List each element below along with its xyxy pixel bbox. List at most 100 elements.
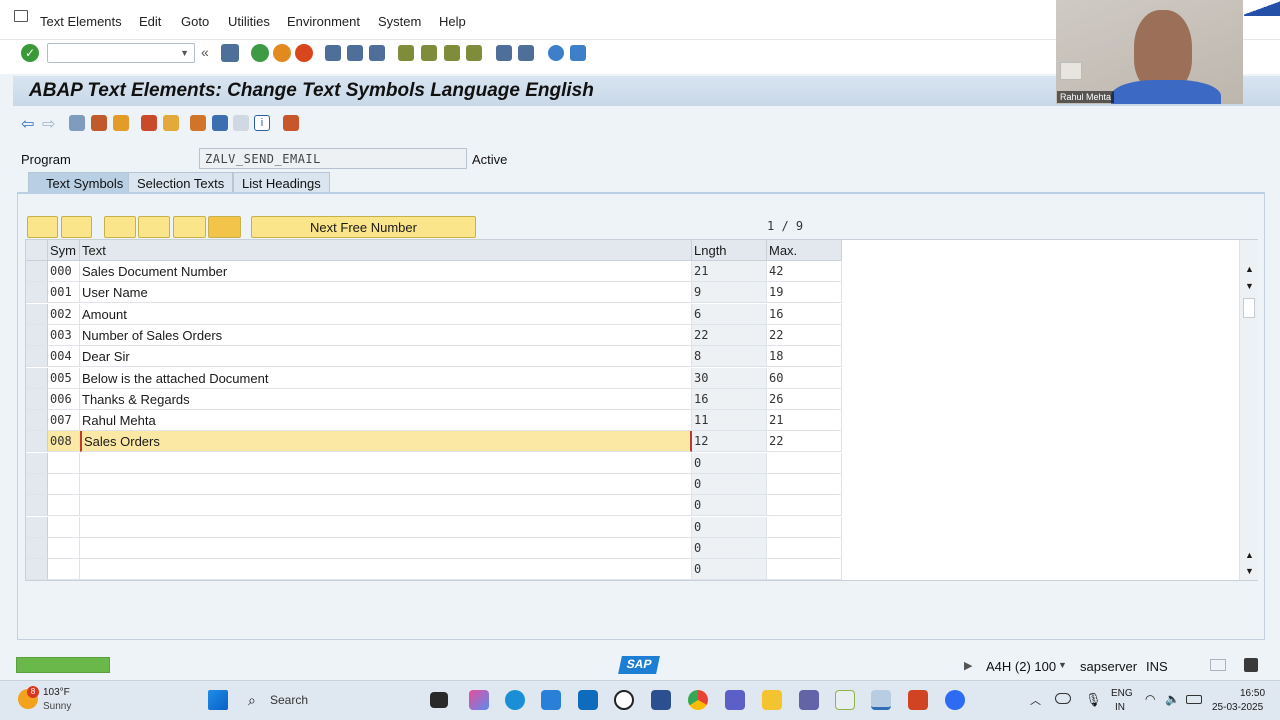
details-button[interactable] (27, 216, 58, 238)
scroll-up-icon[interactable]: ▲ (1245, 264, 1254, 274)
sap-gui-icon[interactable] (871, 690, 891, 710)
display-change-icon[interactable] (91, 115, 107, 131)
sym-cell[interactable]: 008 (48, 431, 80, 453)
outlook-icon[interactable] (578, 690, 598, 710)
volume-icon[interactable]: 🔈 (1165, 692, 1180, 706)
menu-utilities[interactable]: Utilities (228, 14, 270, 29)
copilot-icon[interactable] (469, 690, 489, 710)
sym-cell[interactable] (48, 559, 80, 581)
enter-check-icon[interactable]: ✓ (21, 44, 39, 62)
last-page-icon[interactable] (466, 45, 482, 61)
lock-icon[interactable] (1244, 658, 1258, 672)
next-free-number-button[interactable]: Next Free Number (251, 216, 476, 238)
row-selector[interactable] (26, 367, 48, 389)
table-row[interactable]: 0 (26, 474, 842, 495)
table-row[interactable]: 0 (26, 516, 842, 538)
delete-row-button[interactable] (138, 216, 170, 238)
back-icon[interactable] (251, 44, 269, 62)
menu-text-elements[interactable]: Text Elements (40, 14, 122, 29)
text-cell[interactable]: User Name (80, 282, 692, 304)
powerpoint-icon[interactable] (908, 690, 928, 710)
text-cell[interactable] (80, 474, 692, 495)
active-inactive-icon[interactable] (113, 115, 129, 131)
row-selector[interactable] (26, 282, 48, 304)
grid-scrollbar[interactable]: ▲ ▼ ▲ ▼ (1239, 240, 1258, 580)
text-cell[interactable]: Rahul Mehta (80, 410, 692, 432)
sym-cell[interactable] (48, 495, 80, 517)
clock-time[interactable]: 16:50 (1240, 688, 1265, 699)
column-header-max[interactable]: Max. (767, 240, 842, 261)
sym-cell[interactable]: 002 (48, 303, 80, 325)
table-row[interactable]: 007 Rahul Mehta 11 21 (26, 410, 842, 432)
wifi-icon[interactable]: ◠ (1145, 692, 1155, 706)
menu-system[interactable]: System (378, 14, 421, 29)
execute-button[interactable] (208, 216, 241, 238)
scroll-down-icon[interactable]: ▼ (1245, 281, 1254, 291)
sap-menu-icon[interactable] (14, 10, 28, 22)
sym-cell[interactable] (48, 474, 80, 495)
file-explorer-icon[interactable] (762, 690, 782, 710)
table-row[interactable]: 003 Number of Sales Orders 22 22 (26, 324, 842, 346)
text-cell[interactable]: Sales Orders (80, 431, 692, 453)
table-icon[interactable] (233, 115, 249, 131)
zoom-icon[interactable] (945, 690, 965, 710)
text-cell[interactable] (80, 559, 692, 581)
command-field[interactable]: ▼ (47, 43, 195, 63)
dell-icon[interactable] (614, 690, 634, 710)
find-icon[interactable] (347, 45, 363, 61)
text-cell[interactable] (80, 452, 692, 474)
microphone-icon[interactable]: 🎙 (1085, 692, 1102, 708)
previous-page-icon[interactable] (421, 45, 437, 61)
other-object-icon[interactable] (69, 115, 85, 131)
insert-row-button[interactable] (104, 216, 136, 238)
select-block-button[interactable] (61, 216, 92, 238)
menu-help[interactable]: Help (439, 14, 466, 29)
align-icon[interactable] (212, 115, 228, 131)
text-cell[interactable]: Thanks & Regards (80, 388, 692, 410)
chevron-down-icon[interactable]: ▼ (180, 48, 189, 58)
sym-cell[interactable]: 005 (48, 367, 80, 389)
row-selector[interactable] (26, 431, 48, 453)
table-row[interactable]: 0 (26, 495, 842, 517)
app-icon[interactable] (651, 690, 671, 710)
teams-alt-icon[interactable] (799, 690, 819, 710)
row-selector[interactable] (26, 303, 48, 325)
arrow-right-icon[interactable]: ⇨ (42, 114, 55, 134)
row-selector[interactable] (26, 452, 48, 474)
column-header-text[interactable]: Text (80, 240, 692, 261)
sym-cell[interactable]: 001 (48, 282, 80, 304)
transfer-icon[interactable] (1210, 659, 1226, 671)
table-row[interactable]: 0 (26, 452, 842, 474)
row-selector[interactable] (26, 261, 48, 282)
task-view-icon[interactable] (430, 692, 448, 708)
help-icon[interactable] (548, 45, 564, 61)
text-cell[interactable]: Number of Sales Orders (80, 324, 692, 346)
table-row[interactable]: 001 User Name 9 19 (26, 282, 842, 304)
windows-start-icon[interactable] (208, 690, 228, 710)
system-info[interactable]: A4H (2) 100 (986, 659, 1056, 674)
store-icon[interactable] (541, 690, 561, 710)
exit-icon[interactable] (273, 44, 291, 62)
row-selector[interactable] (26, 516, 48, 538)
column-header-sym[interactable]: Sym (48, 240, 80, 261)
cloud-icon[interactable] (1055, 693, 1071, 704)
hierarchy-icon[interactable] (190, 115, 206, 131)
row-selector[interactable] (26, 410, 48, 432)
find-next-icon[interactable] (369, 45, 385, 61)
row-selector[interactable] (26, 537, 48, 559)
new-session-icon[interactable] (496, 45, 512, 61)
sym-cell[interactable]: 000 (48, 261, 80, 282)
table-row[interactable]: 006 Thanks & Regards 16 26 (26, 388, 842, 410)
row-selector[interactable] (26, 324, 48, 346)
taskbar-search[interactable]: ⌕ Search (240, 687, 420, 713)
text-cell[interactable] (80, 495, 692, 517)
layout-icon[interactable] (570, 45, 586, 61)
sym-cell[interactable] (48, 452, 80, 474)
tab-text-symbols[interactable]: Text Symbols (28, 172, 133, 193)
row-selector[interactable] (26, 346, 48, 368)
teams-icon[interactable] (725, 690, 745, 710)
chevron-up-icon[interactable]: ︿ (1030, 692, 1041, 708)
copy-button[interactable] (173, 216, 206, 238)
column-header-lngth[interactable]: Lngth (692, 240, 767, 261)
row-selector[interactable] (26, 388, 48, 410)
